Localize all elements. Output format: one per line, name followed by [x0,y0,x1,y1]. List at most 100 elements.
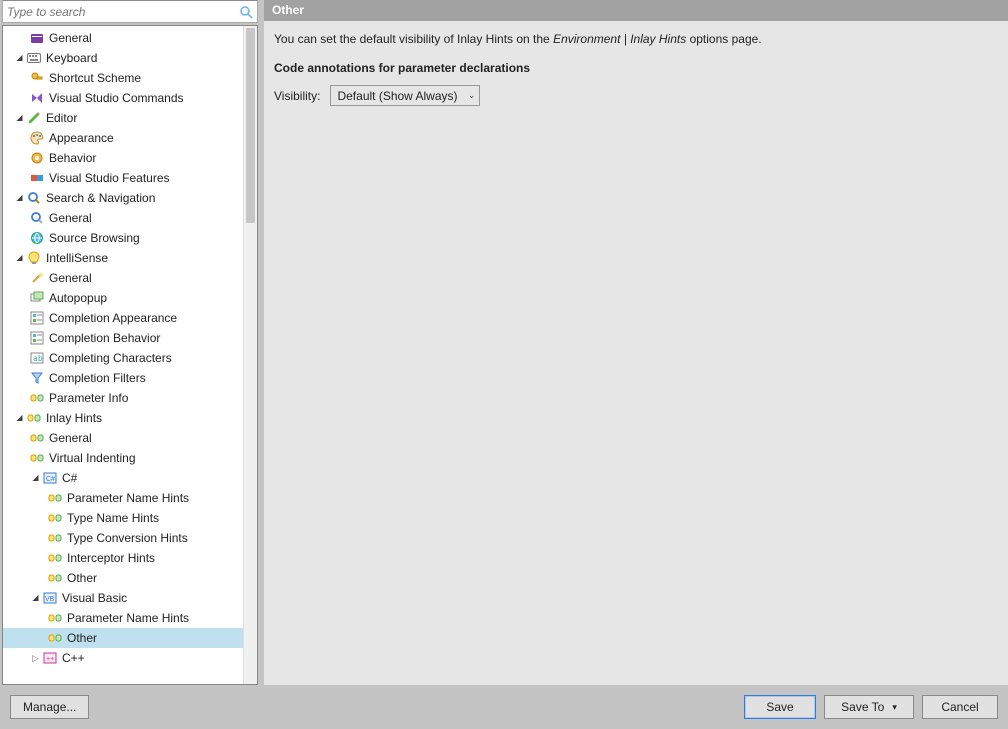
tree-label: Virtual Indenting [49,448,136,468]
content: You can set the default visibility of In… [264,21,1008,116]
expander-icon[interactable] [29,588,42,608]
tree-label: C# [62,468,77,488]
tree-item-autopopup[interactable]: Autopopup [3,288,243,308]
tree-item-vb[interactable]: VBVisual Basic [3,588,243,608]
cpp-icon: ++ [42,650,58,666]
tree-item-shortcut-scheme[interactable]: Shortcut Scheme [3,68,243,88]
tree-item-source-browsing[interactable]: Source Browsing [3,228,243,248]
tree-item-cs-other[interactable]: Other [3,568,243,588]
char-icon: ab [29,350,45,366]
tree-item-comp-behavior[interactable]: Completion Behavior [3,328,243,348]
tree-item-vb-param-hints[interactable]: Parameter Name Hints [3,608,243,628]
tree-item-inlay-hints[interactable]: Inlay Hints [3,408,243,428]
tree-label: General [49,28,92,48]
expander-icon[interactable] [29,468,42,488]
tree-label: Editor [46,108,77,128]
button-label: Save To [841,700,884,714]
tree-label: Behavior [49,148,96,168]
tree-label: Parameter Name Hints [67,488,189,508]
tree-label: Inlay Hints [46,408,102,428]
combo-value: Default (Show Always) [337,89,457,103]
tree-item-sn-general[interactable]: General [3,208,243,228]
pencil-icon [26,110,42,126]
key-icon [29,70,45,86]
tree-item-appearance[interactable]: Appearance [3,128,243,148]
magnifier-icon [26,190,42,206]
tree-item-virtual-indent[interactable]: Virtual Indenting [3,448,243,468]
search-input-wrap [2,0,258,23]
tree-item-editor[interactable]: Editor [3,108,243,128]
hint-icon [47,630,63,646]
expander-icon[interactable] [13,188,26,208]
hint-icon [47,550,63,566]
tree-item-cs-type-hints[interactable]: Type Name Hints [3,508,243,528]
hint-icon [47,610,63,626]
tree-item-cpp[interactable]: ++C++ [3,648,243,668]
tree-label: Completion Behavior [49,328,160,348]
tree-label: General [49,268,92,288]
tree-item-vs-commands[interactable]: Visual Studio Commands [3,88,243,108]
tree-label: Search & Navigation [46,188,155,208]
search-container [2,0,258,23]
save-to-button[interactable]: Save To ▾ [824,695,914,719]
tree-item-cs-type-conv[interactable]: Type Conversion Hints [3,528,243,548]
tree-item-param-info[interactable]: Parameter Info [3,388,243,408]
svg-text:C#: C# [46,476,55,483]
list-icon [29,330,45,346]
wand-icon [29,270,45,286]
save-button[interactable]: Save [744,695,816,719]
scrollbar-thumb[interactable] [246,28,255,223]
chevron-down-icon: ▾ [892,702,897,713]
tree-label: Completion Appearance [49,308,177,328]
tree-label: General [49,208,92,228]
expander-icon[interactable] [13,108,26,128]
tree-item-intellisense[interactable]: IntelliSense [3,248,243,268]
manage-button[interactable]: Manage... [10,695,89,719]
visibility-combo[interactable]: Default (Show Always) ⌄ [330,85,480,106]
hint-icon [47,530,63,546]
tree-item-general[interactable]: General [3,28,243,48]
tree-item-cs-param-hints[interactable]: Parameter Name Hints [3,488,243,508]
tree-item-cs-interceptor[interactable]: Interceptor Hints [3,548,243,568]
tree-item-keyboard[interactable]: Keyboard [3,48,243,68]
tree-item-csharp[interactable]: C# C# [3,468,243,488]
chevron-down-icon: ⌄ [468,90,476,101]
expander-icon[interactable] [13,248,26,268]
vs-icon [29,90,45,106]
tree[interactable]: General Keyboard Shortcut Scheme Visual … [3,26,243,684]
tree-label: Completion Filters [49,368,146,388]
svg-text:ab: ab [33,354,43,363]
expander-icon[interactable] [13,48,26,68]
palette-icon [29,130,45,146]
tree-label: Interceptor Hints [67,548,155,568]
tree-item-is-general[interactable]: General [3,268,243,288]
tree-label: IntelliSense [46,248,108,268]
tree-item-comp-appearance[interactable]: Completion Appearance [3,308,243,328]
search-input[interactable] [3,3,237,21]
hint-icon [29,430,45,446]
tree-scrollbar[interactable] [243,26,257,684]
tree-item-vb-other[interactable]: Other [3,628,243,648]
tree-item-search-nav[interactable]: Search & Navigation [3,188,243,208]
keyboard-icon [26,50,42,66]
search-icon[interactable] [237,3,255,21]
svg-text:VB: VB [45,596,55,603]
tree-item-behavior[interactable]: Behavior [3,148,243,168]
section-title: Other [272,3,304,17]
tree-item-ih-general[interactable]: General [3,428,243,448]
cancel-button[interactable]: Cancel [922,695,998,719]
hint-text: You can set the default visibility of In… [274,31,998,47]
hint-suffix: options page. [686,32,761,46]
expander-icon[interactable] [13,408,26,428]
hint-icon [47,570,63,586]
expander-icon[interactable] [29,648,42,669]
hint-icon [47,510,63,526]
tree-item-comp-chars[interactable]: abCompleting Characters [3,348,243,368]
list-icon [29,310,45,326]
tree-label: Autopopup [49,288,107,308]
right-panel: Other You can set the default visibility… [264,0,1008,685]
tree-item-comp-filters[interactable]: Completion Filters [3,368,243,388]
tree-item-vs-features[interactable]: Visual Studio Features [3,168,243,188]
tree-label: Parameter Name Hints [67,608,189,628]
subsection-header: Code annotations for parameter declarati… [274,61,998,75]
